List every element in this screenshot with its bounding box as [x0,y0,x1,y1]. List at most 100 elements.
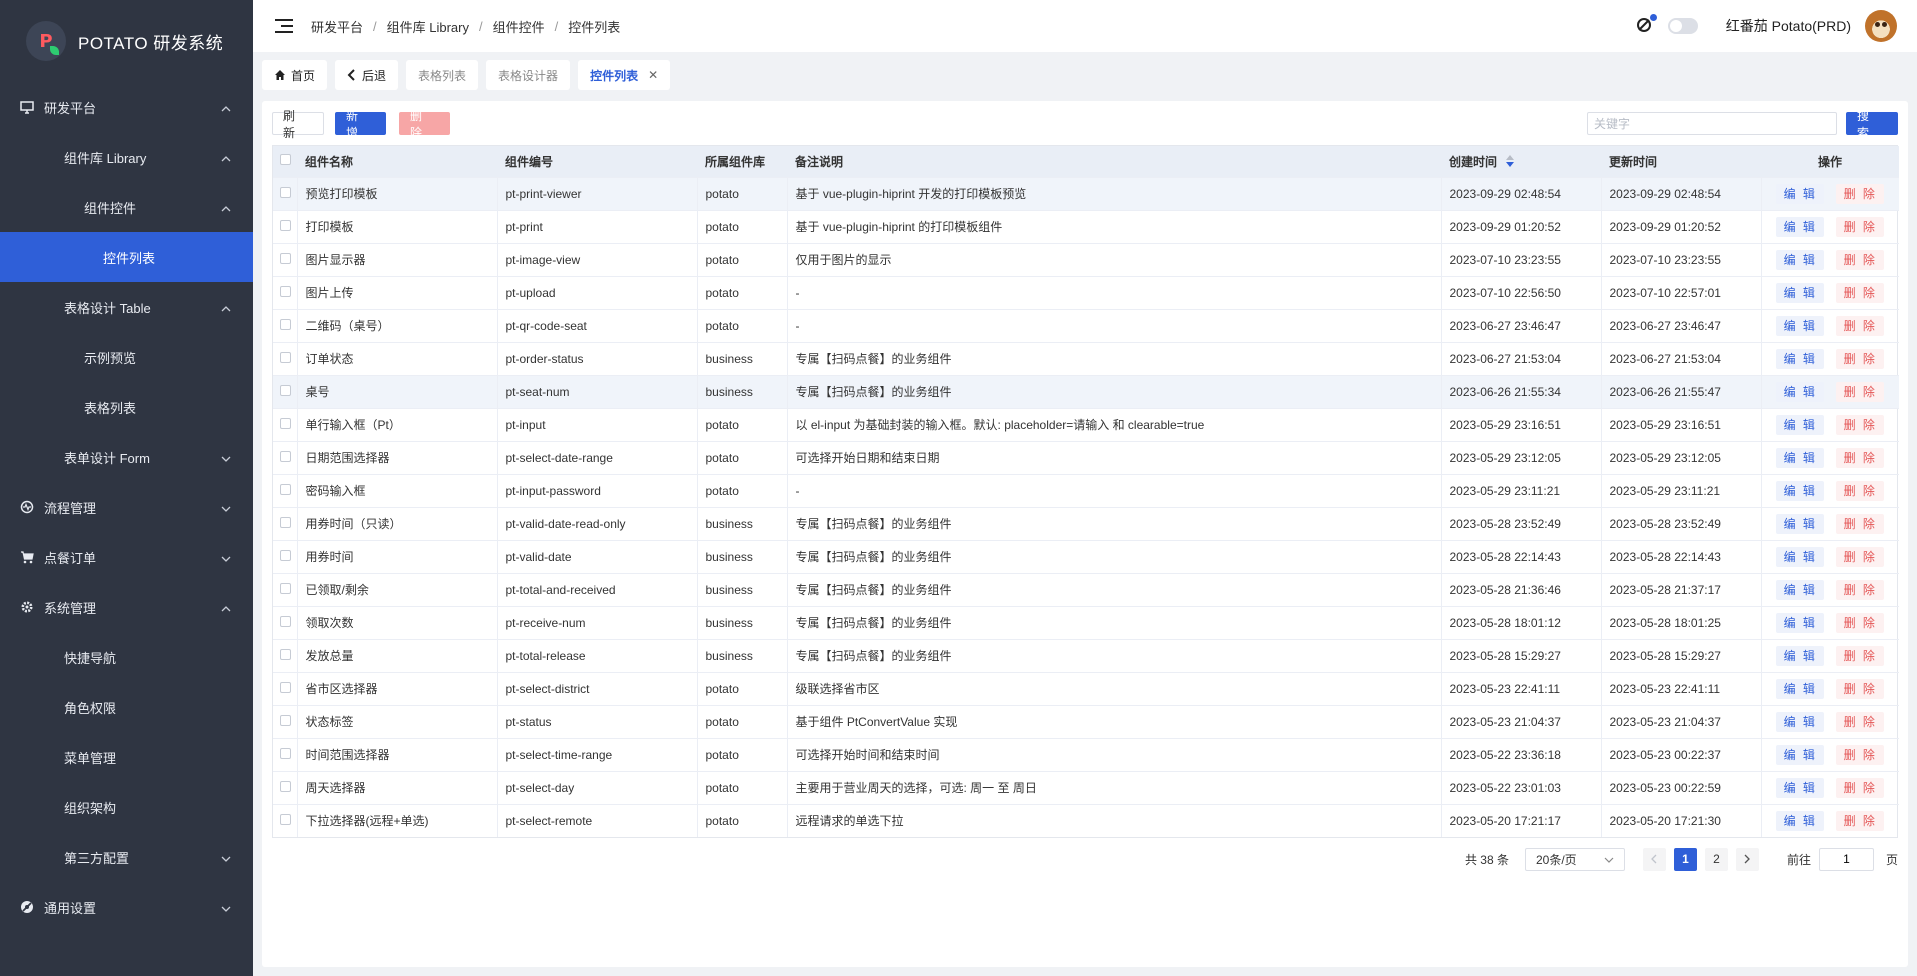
row-checkbox[interactable] [280,813,291,825]
sidebar-item[interactable]: 流程管理 [0,482,253,532]
row-delete-button[interactable]: 删 除 [1836,744,1885,765]
breadcrumb-item[interactable]: 组件库 Library [387,17,469,36]
row-checkbox[interactable] [280,351,291,363]
sidebar-item[interactable]: 通用设置 [0,882,253,932]
table-row[interactable]: 已领取/剩余 pt-total-and-received business 专属【扫码… [273,573,1899,606]
row-checkbox[interactable] [280,780,291,792]
sidebar-item[interactable]: 研发平台 [0,82,253,132]
edit-button[interactable]: 编 辑 [1776,447,1825,468]
tab-table-designer[interactable]: 表格设计器 [486,60,571,90]
edit-button[interactable]: 编 辑 [1776,249,1825,270]
table-row[interactable]: 省市区选择器 pt-select-district potato 级联选择省市区 202… [273,672,1899,705]
row-delete-button[interactable]: 删 除 [1836,546,1885,567]
sidebar-item[interactable]: 控件列表 [0,232,253,282]
table-row[interactable]: 图片上传 pt-upload potato -2023-07-10 22:56:50 2… [273,276,1899,309]
table-row[interactable]: 订单状态 pt-order-status business 专属【扫码点餐】的业务组件… [273,342,1899,375]
row-delete-button[interactable]: 删 除 [1836,645,1885,666]
edit-button[interactable]: 编 辑 [1776,282,1825,303]
edit-button[interactable]: 编 辑 [1776,513,1825,534]
edit-button[interactable]: 编 辑 [1776,414,1825,435]
page-button[interactable]: 1 [1673,847,1697,871]
sidebar-item[interactable]: 角色权限 [0,682,253,732]
row-checkbox[interactable] [280,747,291,759]
menu-toggle-icon[interactable] [275,17,293,35]
row-checkbox[interactable] [280,549,291,561]
row-delete-button[interactable]: 删 除 [1836,249,1885,270]
tab-home[interactable]: 首页 [262,60,328,90]
row-checkbox[interactable] [280,516,291,528]
edit-button[interactable]: 编 辑 [1776,315,1825,336]
table-row[interactable]: 时间范围选择器 pt-select-time-range potato 可选择开始时间… [273,738,1899,771]
row-delete-button[interactable]: 删 除 [1836,282,1885,303]
sort-icon[interactable] [1506,154,1515,170]
table-row[interactable]: 状态标签 pt-status potato 基于组件 PtConvertValue 实… [273,705,1899,738]
row-delete-button[interactable]: 删 除 [1836,678,1885,699]
table-row[interactable]: 单行输入框（Pt） pt-input potato 以 el-input 为基础封装的… [273,408,1899,441]
dark-mode-toggle[interactable] [1667,18,1698,34]
refresh-button[interactable]: 刷 新 [272,109,324,140]
row-delete-button[interactable]: 删 除 [1836,447,1885,468]
edit-button[interactable]: 编 辑 [1776,348,1825,369]
theme-icon[interactable] [1636,14,1657,35]
breadcrumb-item[interactable]: 组件控件 [493,17,545,36]
table-row[interactable]: 图片显示器 pt-image-view potato 仅用于图片的显示 2023-07-… [273,243,1899,276]
table-row[interactable]: 领取次数 pt-receive-num business 专属【扫码点餐】的业务组件 2… [273,606,1899,639]
sidebar-item[interactable]: 菜单管理 [0,732,253,782]
row-delete-button[interactable]: 删 除 [1836,348,1885,369]
page-size-select[interactable]: 20条/页 [1524,847,1625,871]
row-delete-button[interactable]: 删 除 [1836,315,1885,336]
table-row[interactable]: 预览打印模板 pt-print-viewer potato 基于 vue-plugin… [273,177,1899,210]
tab-control-list[interactable]: 控件列表 ✕ [578,60,671,90]
table-row[interactable]: 用券时间（只读） pt-valid-date-read-only business 专… [273,507,1899,540]
edit-button[interactable]: 编 辑 [1776,381,1825,402]
row-checkbox[interactable] [280,384,291,396]
sidebar-item[interactable]: 组件库 Library [0,132,253,182]
prev-page-button[interactable] [1642,847,1666,871]
row-checkbox[interactable] [280,417,291,429]
row-checkbox[interactable] [280,681,291,693]
edit-button[interactable]: 编 辑 [1776,579,1825,600]
page-button[interactable]: 2 [1704,847,1728,871]
row-checkbox[interactable] [280,483,291,495]
sidebar-item[interactable]: 表格列表 [0,382,253,432]
sidebar-item[interactable]: 系统管理 [0,582,253,632]
edit-button[interactable]: 编 辑 [1776,777,1825,798]
close-icon[interactable]: ✕ [648,68,658,82]
search-button[interactable]: 搜 索 [1846,109,1898,140]
edit-button[interactable]: 编 辑 [1776,678,1825,699]
row-checkbox[interactable] [280,285,291,297]
row-checkbox[interactable] [280,186,291,198]
sidebar-item[interactable]: 点餐订单 [0,532,253,582]
edit-button[interactable]: 编 辑 [1776,546,1825,567]
row-delete-button[interactable]: 删 除 [1836,777,1885,798]
username[interactable]: 红番茄 Potato(PRD) [1726,16,1851,36]
row-delete-button[interactable]: 删 除 [1836,381,1885,402]
sidebar-item[interactable]: 示例预览 [0,332,253,382]
table-row[interactable]: 日期范围选择器 pt-select-date-range potato 可选择开始日期… [273,441,1899,474]
edit-button[interactable]: 编 辑 [1776,612,1825,633]
row-delete-button[interactable]: 删 除 [1836,612,1885,633]
sidebar-item[interactable]: 表单设计 Form [0,432,253,482]
sidebar-item[interactable]: 第三方配置 [0,832,253,882]
row-delete-button[interactable]: 删 除 [1836,216,1885,237]
breadcrumb-item[interactable]: 研发平台 [311,17,363,36]
edit-button[interactable]: 编 辑 [1776,480,1825,501]
table-row[interactable]: 二维码（桌号） pt-qr-code-seat potato -2023-06-27 … [273,309,1899,342]
delete-button[interactable]: 删 除 [399,109,450,140]
row-checkbox[interactable] [280,648,291,660]
sidebar-item[interactable]: 组织架构 [0,782,253,832]
column-header-sortable[interactable]: 创建时间 [1441,146,1601,177]
row-checkbox[interactable] [280,318,291,330]
table-row[interactable]: 发放总量 pt-total-release business 专属【扫码点餐】的业务组… [273,639,1899,672]
next-page-button[interactable] [1735,847,1759,871]
table-row[interactable]: 用券时间 pt-valid-date business 专属【扫码点餐】的业务组件 20… [273,540,1899,573]
edit-button[interactable]: 编 辑 [1776,183,1825,204]
row-checkbox[interactable] [280,582,291,594]
row-delete-button[interactable]: 删 除 [1836,579,1885,600]
table-row[interactable]: 下拉选择器(远程+单选) pt-select-remote potato 远程请求的单… [273,804,1899,837]
row-checkbox[interactable] [280,615,291,627]
edit-button[interactable]: 编 辑 [1776,744,1825,765]
row-delete-button[interactable]: 删 除 [1836,183,1885,204]
sidebar-item[interactable]: 快捷导航 [0,632,253,682]
row-delete-button[interactable]: 删 除 [1836,711,1885,732]
